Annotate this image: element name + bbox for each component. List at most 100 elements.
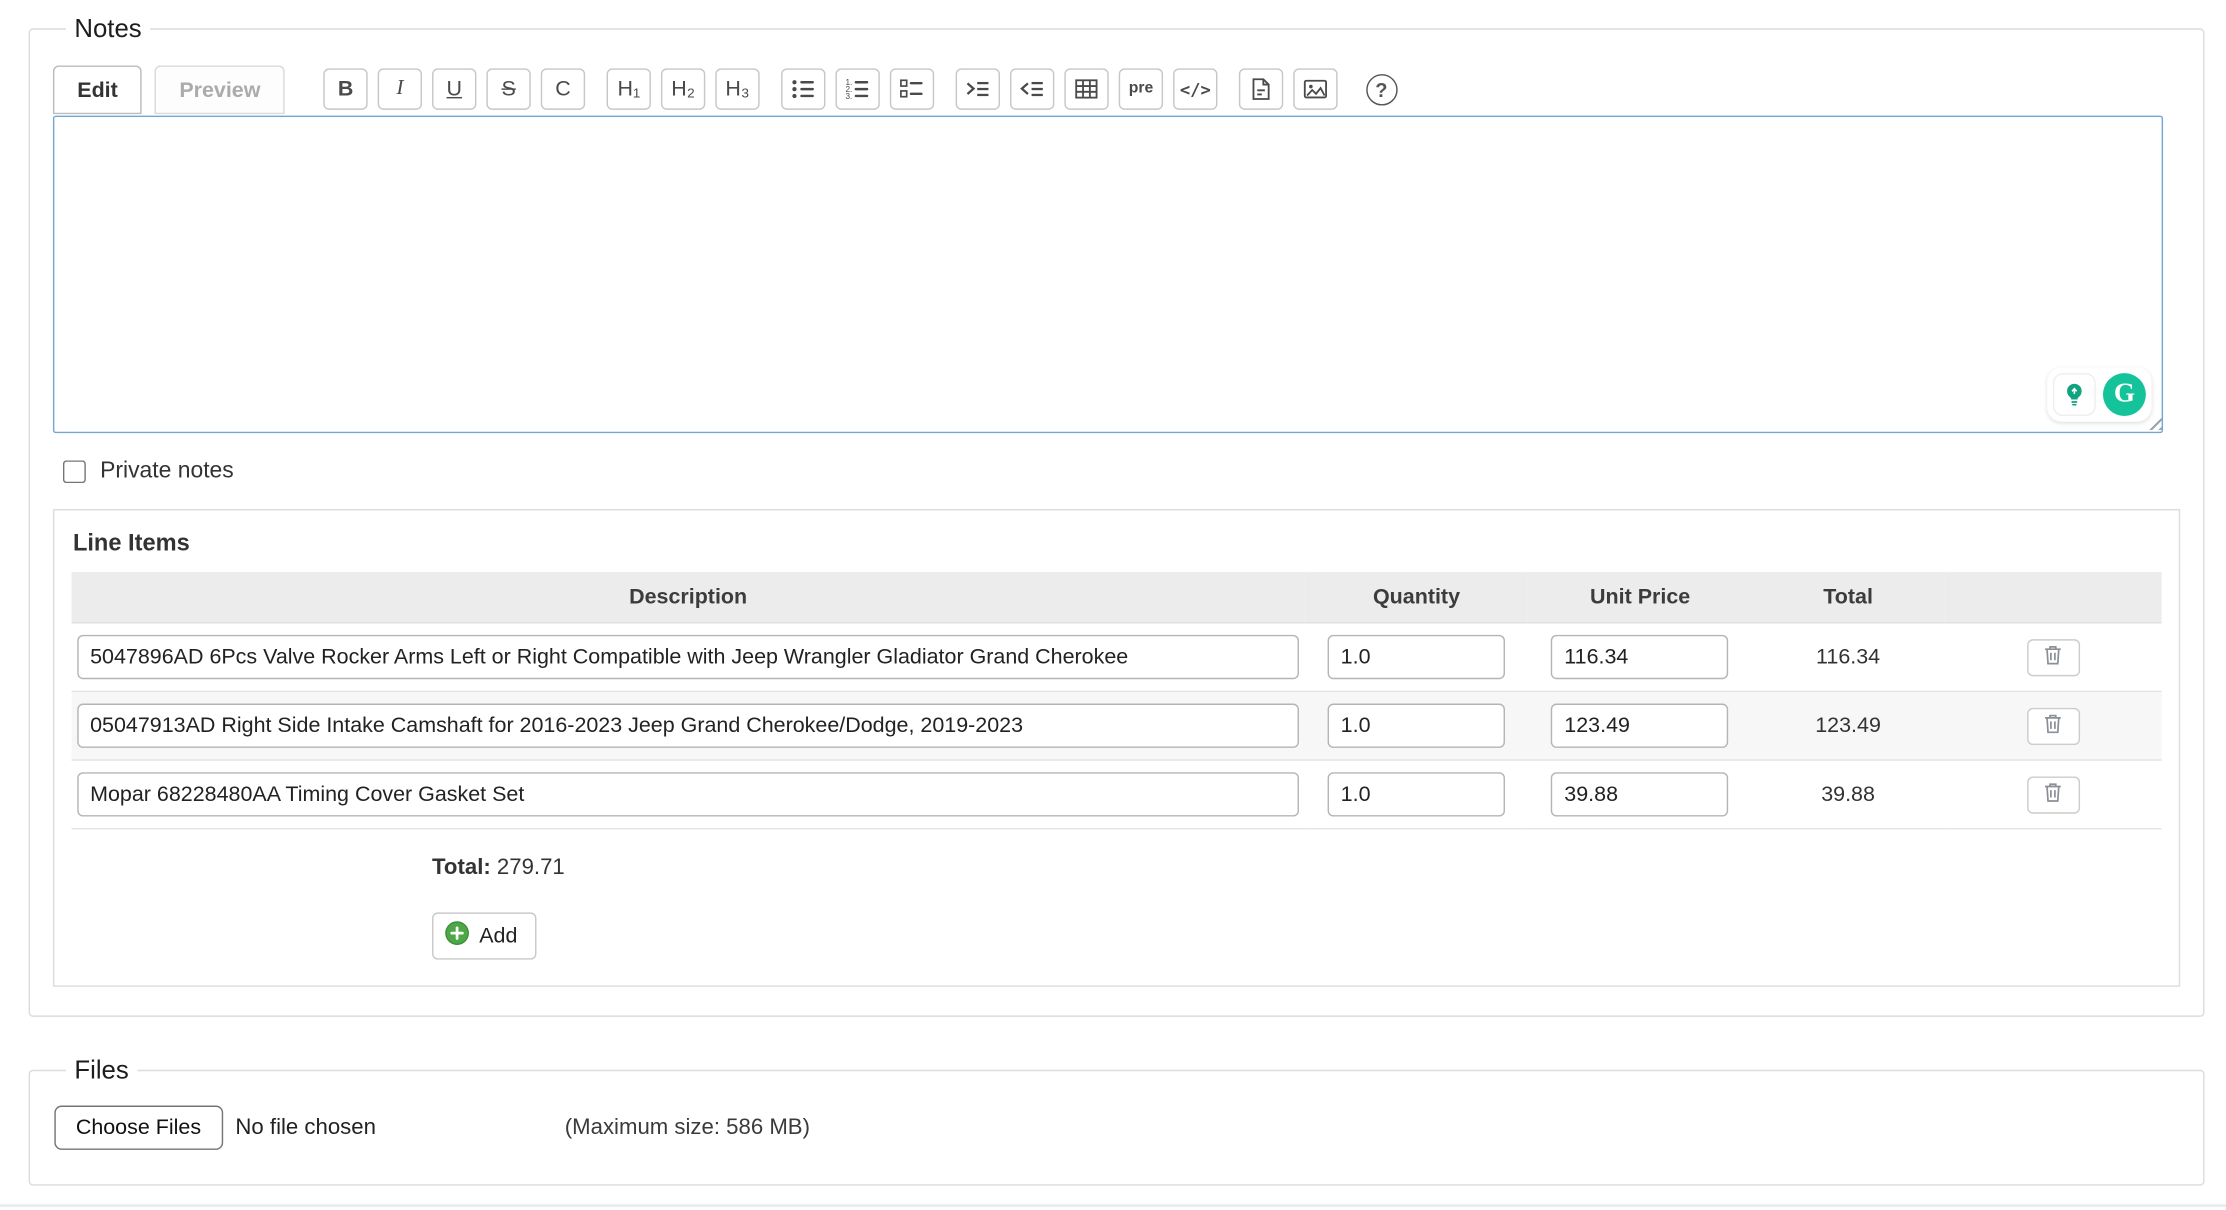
unit-price-input[interactable] [1551,772,1728,816]
heading1-icon: H₁ [617,78,640,99]
underline-icon: U [447,78,463,99]
choose-files-button[interactable]: Choose Files [54,1106,222,1150]
row-total: 39.88 [1821,782,1875,806]
heading1-button[interactable]: H₁ [607,68,651,109]
notes-fieldset: Notes Edit Preview B I U S C H₁ H₂ H₃ [29,14,2205,1017]
inline-code-button[interactable]: C [541,68,585,109]
col-header-actions [1944,572,2161,623]
code-block-button[interactable]: </> [1173,68,1217,109]
tab-edit[interactable]: Edit [53,66,142,115]
table-button[interactable] [1064,68,1108,109]
line-item-row: 39.88 [72,760,2162,829]
notes-editor-wrap: G [53,116,2180,434]
heading2-button[interactable]: H₂ [661,68,705,109]
col-header-quantity: Quantity [1305,572,1529,623]
total-value: 279.71 [497,855,565,879]
unordered-list-icon [791,77,815,101]
tab-preview[interactable]: Preview [155,66,285,115]
unit-price-input[interactable] [1551,704,1728,748]
quantity-input[interactable] [1328,704,1505,748]
notes-editor[interactable] [53,116,2163,434]
grammarly-widget: G [2047,367,2151,421]
toolbar-group-lists: 1.2.3. [781,68,934,109]
delete-row-button[interactable] [2026,707,2079,744]
underline-button[interactable]: U [432,68,476,109]
blockquote-icon [966,77,990,101]
line-items-table: Description Quantity Unit Price Total 11… [72,572,2162,830]
ordered-list-button[interactable]: 1.2.3. [836,68,880,109]
strikethrough-icon: S [501,78,515,99]
inline-code-icon: C [555,78,571,99]
unordered-list-button[interactable] [781,68,825,109]
add-plus-icon [445,921,469,951]
strikethrough-button[interactable]: S [486,68,530,109]
wiki-link-button[interactable] [1239,68,1283,109]
wiki-link-icon [1249,77,1273,101]
table-header-row: Description Quantity Unit Price Total [72,572,2162,623]
file-upload-row: Choose Files No file chosen (Maximum siz… [54,1106,2180,1150]
trash-icon [2041,643,2064,670]
add-row: Add [432,912,2162,959]
content-wrapper: Notes Edit Preview B I U S C H₁ H₂ H₃ [0,14,2226,1207]
files-fieldset: Files Choose Files No file chosen (Maxim… [29,1055,2205,1185]
heading2-icon: H₂ [671,78,695,99]
delete-row-button[interactable] [2026,638,2079,675]
help-icon: ? [1366,73,1397,104]
heading3-icon: H₃ [725,78,749,99]
grammarly-logo-icon[interactable]: G [2103,373,2146,416]
italic-button[interactable]: I [378,68,422,109]
delete-row-button[interactable] [2026,776,2079,813]
col-header-unit-price: Unit Price [1528,572,1752,623]
help-button[interactable]: ? [1359,68,1403,109]
grammarly-suggestion-icon[interactable] [2053,373,2096,416]
line-item-row: 116.34 [72,623,2162,692]
description-input[interactable] [77,635,1299,679]
unit-price-input[interactable] [1551,635,1728,679]
grammarly-g-glyph: G [2114,379,2135,410]
private-notes-label: Private notes [100,459,234,485]
blockquote-button[interactable] [956,68,1000,109]
svg-text:3.: 3. [846,92,853,101]
quantity-input[interactable] [1328,772,1505,816]
trash-icon [2041,781,2064,808]
add-line-item-button[interactable]: Add [432,912,536,959]
col-header-description: Description [72,572,1305,623]
unquote-button[interactable] [1010,68,1054,109]
total-label: Total: [432,855,491,879]
editor-tabs-row: Edit Preview B I U S C H₁ H₂ H₃ 1.2.3. [53,64,2180,114]
description-input[interactable] [77,772,1299,816]
code-block-icon: </> [1180,81,1211,98]
ordered-list-icon: 1.2.3. [846,77,870,101]
toolbar-group-headings: H₁ H₂ H₃ [607,68,760,109]
no-file-chosen-text: No file chosen [235,1115,376,1141]
row-total: 123.49 [1815,714,1881,738]
heading3-button[interactable]: H₃ [715,68,759,109]
private-notes-checkbox[interactable] [63,460,86,483]
toolbar-group-inline: B I U S C [323,68,585,109]
private-notes-row: Private notes [63,459,2180,485]
task-list-icon [900,77,924,101]
line-item-row: 123.49 [72,691,2162,760]
preformatted-icon: pre [1129,81,1153,97]
description-input[interactable] [77,704,1299,748]
markdown-toolbar: B I U S C H₁ H₂ H₃ 1.2.3. [323,68,1425,114]
quantity-input[interactable] [1328,635,1505,679]
max-size-text: (Maximum size: 586 MB) [565,1115,810,1141]
toolbar-group-help: ? [1359,68,1403,109]
line-items-title: Line Items [73,530,2162,557]
line-items-total: Total: 279.71 [432,855,2162,881]
bold-button[interactable]: B [323,68,367,109]
row-total: 116.34 [1816,645,1880,669]
italic-icon: I [396,78,403,99]
col-header-total: Total [1752,572,1944,623]
preformatted-button[interactable]: pre [1119,68,1163,109]
image-button[interactable] [1293,68,1337,109]
line-items-panel: Line Items Description Quantity Unit Pri… [53,509,2180,987]
toolbar-group-insert [1239,68,1338,109]
task-list-button[interactable] [890,68,934,109]
unquote-icon [1020,77,1044,101]
files-legend: Files [66,1055,138,1085]
toolbar-group-blocks: pre </> [956,68,1218,109]
add-button-label: Add [479,924,517,948]
page-root: Notes Edit Preview B I U S C H₁ H₂ H₃ [0,14,2226,1210]
